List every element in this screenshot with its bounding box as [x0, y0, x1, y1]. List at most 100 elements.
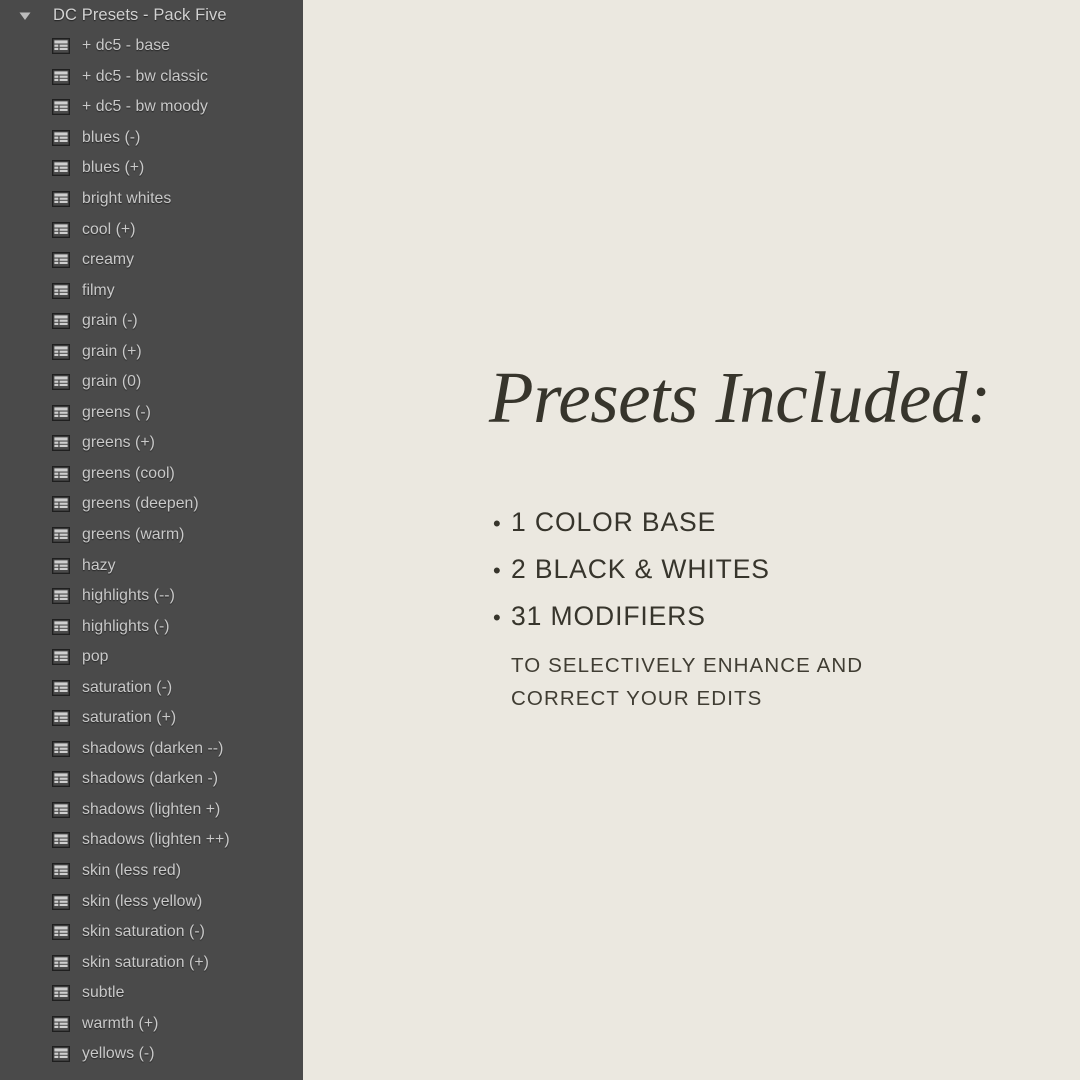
preset-list-item[interactable]: greens (deepen) [0, 489, 303, 520]
preset-list-item[interactable]: pop [0, 642, 303, 673]
table-grid-icon [52, 68, 70, 85]
preset-list-item-label: filmy [82, 281, 115, 299]
preset-list-item[interactable]: greens (cool) [0, 459, 303, 490]
preset-list-item[interactable]: + dc5 - bw moody [0, 92, 303, 123]
included-item: • 1 COLOR BASE [493, 507, 770, 554]
preset-list-item-label: + dc5 - base [82, 37, 170, 55]
preset-list-item[interactable]: saturation (-) [0, 672, 303, 703]
included-item: • 2 BLACK & WHITES [493, 554, 770, 601]
subcaption-line-2: CORRECT YOUR EDITS [511, 687, 763, 710]
preset-list-item[interactable]: grain (+) [0, 336, 303, 367]
preset-list-item-label: shadows (darken --) [82, 739, 224, 757]
preset-list-item-label: bright whites [82, 190, 172, 207]
preset-list-item[interactable]: skin (less red) [0, 856, 303, 887]
preset-list-item-label: greens (deepen) [82, 495, 199, 513]
preset-list-item[interactable]: hazy [0, 550, 303, 581]
preset-list-item[interactable]: shadows (darken -) [0, 764, 303, 795]
preset-list-item[interactable]: skin saturation (-) [0, 917, 303, 948]
preset-list-item-label: pop [82, 648, 109, 666]
presets-sidebar: DC Presets - Pack Five + dc5 - base + dc5… [0, 0, 303, 1080]
table-grid-icon [52, 618, 70, 635]
preset-list-item[interactable]: skin (less yellow) [0, 886, 303, 917]
preset-list-item-label: greens (+) [82, 434, 155, 452]
preset-list-item[interactable]: filmy [0, 275, 303, 306]
bullet-dot-icon: • [493, 511, 501, 536]
preset-list-item[interactable]: grain (0) [0, 367, 303, 398]
preset-list-item-label: greens (cool) [82, 464, 175, 482]
table-grid-icon [52, 191, 70, 207]
preset-list-item[interactable]: skin saturation (+) [0, 947, 303, 978]
preset-list-item[interactable]: + dc5 - base [0, 31, 303, 62]
preset-list-item[interactable]: shadows (darken --) [0, 734, 303, 765]
preset-list-item[interactable]: shadows (lighten ++) [0, 825, 303, 856]
preset-list-item-label: cool (+) [82, 220, 136, 238]
preset-list-item[interactable]: greens (warm) [0, 520, 303, 551]
preset-list-item-label: warmth (+) [82, 1014, 159, 1032]
preset-list-item[interactable]: blues (+) [0, 153, 303, 184]
table-grid-icon [52, 38, 70, 55]
table-grid-icon [52, 985, 70, 1002]
table-grid-icon [52, 954, 70, 971]
preset-list-item-label: subtle [82, 984, 125, 1002]
preset-list-item[interactable]: grain (-) [0, 306, 303, 337]
preset-list-item-label: hazy [82, 556, 116, 574]
preset-list-item[interactable]: + dc5 - bw classic [0, 62, 303, 93]
table-grid-icon [52, 801, 70, 818]
preset-list-item[interactable]: highlights (-) [0, 611, 303, 642]
table-grid-icon [52, 252, 70, 269]
preset-list-item-label: highlights (--) [82, 587, 175, 605]
subcaption-line-1: TO SELECTIVELY ENHANCE AND [511, 654, 864, 677]
table-grid-icon [52, 404, 70, 421]
preset-list-item-label: + dc5 - bw classic [82, 67, 209, 85]
preset-list-item-label: blues (-) [82, 128, 141, 146]
preset-list-item-label: blues (+) [82, 159, 145, 177]
table-grid-icon [52, 374, 70, 391]
table-grid-icon [52, 343, 70, 360]
preset-list-item-label: skin (less red) [82, 862, 182, 880]
included-item-label: 2 BLACK & WHITES [511, 554, 770, 584]
preset-list-item[interactable]: greens (+) [0, 428, 303, 459]
table-grid-icon [52, 679, 70, 696]
preset-list-item[interactable]: blues (-) [0, 123, 303, 154]
table-grid-icon [52, 649, 70, 666]
preset-list-item-label: yellows (-) [82, 1045, 155, 1063]
table-grid-icon [52, 435, 70, 452]
table-grid-icon [52, 496, 70, 513]
preset-group-header[interactable]: DC Presets - Pack Five [0, 0, 303, 31]
table-grid-icon [52, 863, 70, 880]
table-grid-icon [52, 557, 70, 574]
preset-list-item-label: shadows (lighten ++) [82, 831, 230, 849]
preset-list-item[interactable]: greens (-) [0, 398, 303, 429]
preset-list-item[interactable]: saturation (+) [0, 703, 303, 734]
included-item: • 31 MODIFIERS [493, 601, 770, 648]
preset-list-item-label: creamy [82, 251, 135, 269]
table-grid-icon [52, 160, 70, 177]
table-grid-icon [52, 527, 70, 544]
preset-list-item-label: skin (less yellow) [82, 892, 203, 910]
triangle-down-icon[interactable] [18, 9, 32, 23]
table-grid-icon [52, 771, 70, 788]
preset-list-item-label: shadows (lighten +) [82, 800, 221, 818]
table-grid-icon [52, 221, 70, 238]
table-grid-icon [52, 710, 70, 727]
preset-list-item-label: greens (warm) [82, 526, 185, 544]
preset-group-title: DC Presets - Pack Five [53, 6, 227, 24]
preset-list-item[interactable]: yellows (-) [0, 1039, 303, 1070]
preset-list-item[interactable]: highlights (--) [0, 581, 303, 612]
preset-list-item-label: + dc5 - bw moody [82, 98, 208, 116]
preset-list-item[interactable]: bright whites [0, 184, 303, 215]
table-grid-icon [52, 465, 70, 482]
preset-list-item[interactable]: warmth (+) [0, 1009, 303, 1040]
table-grid-icon [52, 740, 70, 757]
subcaption: TO SELECTIVELY ENHANCE AND CORRECT YOUR … [511, 649, 863, 715]
preset-list-item[interactable]: subtle [0, 978, 303, 1009]
table-grid-icon [52, 99, 70, 116]
preset-list-item[interactable]: creamy [0, 245, 303, 276]
included-items-list: • 1 COLOR BASE • 2 BLACK & WHITES • 31 MODIFI… [493, 507, 770, 648]
table-grid-icon [52, 313, 70, 330]
preset-list-item-label: grain (0) [82, 373, 142, 391]
table-grid-icon [52, 129, 70, 146]
included-item-label: 31 MODIFIERS [511, 601, 706, 631]
preset-list-item[interactable]: shadows (lighten +) [0, 795, 303, 826]
preset-list-item[interactable]: cool (+) [0, 214, 303, 245]
